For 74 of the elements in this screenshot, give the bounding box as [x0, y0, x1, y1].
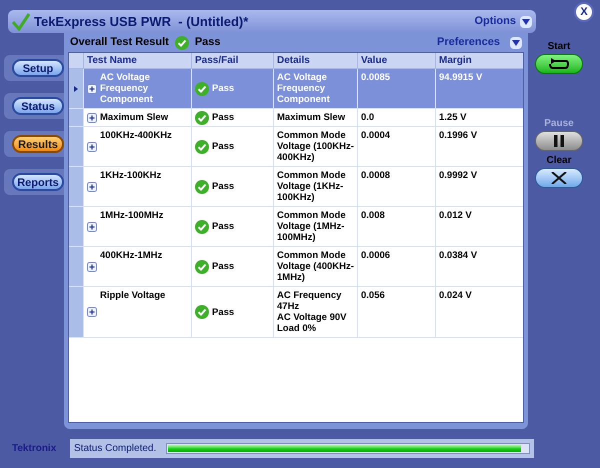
options-menu[interactable]: Options — [474, 13, 516, 30]
test-name: Ripple Voltage — [100, 290, 166, 301]
details-cell-text: AC Frequency 47Hz — [277, 290, 342, 312]
table-row[interactable]: Ripple Voltage Pass AC Frequency 47Hz AC Voltage 90V Load 0% 0.056 0.024 V — [69, 287, 523, 338]
value-cell: 0.0008 — [361, 170, 390, 181]
dropdown-icon[interactable] — [510, 36, 522, 48]
expand-icon[interactable] — [87, 307, 97, 317]
clear-button[interactable] — [535, 168, 583, 188]
status-text: Status Completed. — [74, 442, 156, 456]
preferences-menu[interactable]: Preferences — [437, 34, 500, 51]
test-name: 1KHz-100KHz — [100, 170, 162, 181]
brand-label: Tektronix — [11, 442, 58, 456]
value-cell: 0.0085 — [361, 72, 390, 83]
dropdown-icon[interactable] — [520, 16, 532, 28]
margin-cell: 94.9915 V — [439, 72, 482, 83]
value-cell: 0.0 — [361, 112, 374, 123]
control-label: Pause — [544, 117, 574, 131]
details-cell-text: Common Mode Voltage (1KHz-100KHz) — [277, 170, 347, 203]
table-row[interactable]: 100KHz-400KHz Pass Common Mode Voltage (100KHz-400KHz) 0.0004 0.1996 V — [69, 127, 523, 167]
test-name: 100KHz-400KHz — [100, 130, 172, 141]
expand-icon[interactable] — [87, 182, 97, 192]
margin-cell: 1.25 V — [439, 112, 466, 123]
pass-fail-cell: Pass — [212, 181, 234, 192]
pass-fail-cell: Pass — [212, 141, 234, 152]
start-button[interactable] — [535, 54, 583, 74]
margin-cell: 0.024 V — [439, 290, 472, 301]
value-cell: 0.0004 — [361, 130, 390, 141]
details-cell-text: Load 0% — [277, 323, 318, 334]
test-name: Maximum Slew — [100, 112, 168, 123]
details-cell: Common Mode Voltage (100KHz-400KHz) — [277, 130, 354, 163]
expand-icon[interactable] — [87, 112, 97, 122]
checkmark-logo-icon — [12, 12, 30, 30]
test-name: AC Voltage Frequency Component — [100, 72, 154, 105]
refresh-icon — [548, 58, 570, 70]
window-title: TekExpress USB PWR - (Untitled)* — [34, 12, 248, 31]
pass-fail-cell: Pass — [212, 83, 234, 94]
table-row[interactable]: Maximum Slew Pass Maximum Slew 0.0 1.25 V — [69, 109, 523, 127]
details-cell-text: AC Voltage Frequency Component — [277, 72, 331, 105]
value-cell: 0.008 — [361, 210, 385, 221]
margin-cell: 0.0384 V — [439, 250, 478, 261]
nav-tab[interactable]: Reports — [12, 173, 64, 191]
margin-cell: 0.9992 V — [439, 170, 478, 181]
control-label: Start — [548, 40, 570, 54]
close-button[interactable]: X — [574, 2, 594, 22]
overall-result: Pass — [194, 35, 221, 50]
table-row[interactable]: 1MHz-100MHz Pass Common Mode Voltage (1MHz-100MHz) 0.008 0.012 V — [69, 207, 523, 247]
margin-cell: 0.012 V — [439, 210, 472, 221]
value-cell: 0.0006 — [361, 250, 390, 261]
nav-tab[interactable]: Results — [12, 135, 64, 153]
pass-fail-cell: Pass — [212, 221, 234, 232]
overall-result-label: Overall Test Result — [70, 35, 169, 50]
details-cell-text: AC Voltage 90V — [277, 312, 348, 323]
value-cell: 0.056 — [361, 290, 385, 301]
nav-tab[interactable]: Setup — [12, 59, 64, 77]
details-cell: Common Mode Voltage (400KHz-1MHz) — [277, 250, 354, 283]
expand-icon[interactable] — [87, 222, 97, 232]
details-cell-text: Maximum Slew — [277, 112, 346, 123]
test-name: 1MHz-100MHz — [100, 210, 164, 221]
nav-tab[interactable]: Status — [12, 97, 64, 115]
expand-icon[interactable] — [87, 142, 97, 152]
expand-icon[interactable] — [87, 84, 97, 94]
details-cell-text: Common Mode Voltage (1MHz-100MHz) — [277, 210, 347, 243]
pass-fail-cell: Pass — [212, 306, 234, 318]
test-name: 400KHz-1MHz — [100, 250, 162, 261]
row-pointer-icon — [74, 86, 78, 92]
pause-icon — [554, 135, 564, 147]
close-icon — [551, 172, 567, 184]
pass-fail-cell: Pass — [212, 112, 234, 123]
table-row[interactable]: 400KHz-1MHz Pass Common Mode Voltage (400KHz-1MHz) 0.0006 0.0384 V — [69, 247, 523, 287]
expand-icon[interactable] — [87, 262, 97, 272]
margin-cell: 0.1996 V — [439, 130, 478, 141]
control-label: Clear — [546, 154, 572, 168]
table-row[interactable]: 1KHz-100KHz Pass Common Mode Voltage (1KHz-100KHz) 0.0008 0.9992 V — [69, 167, 523, 207]
pass-fail-cell: Pass — [212, 261, 234, 272]
